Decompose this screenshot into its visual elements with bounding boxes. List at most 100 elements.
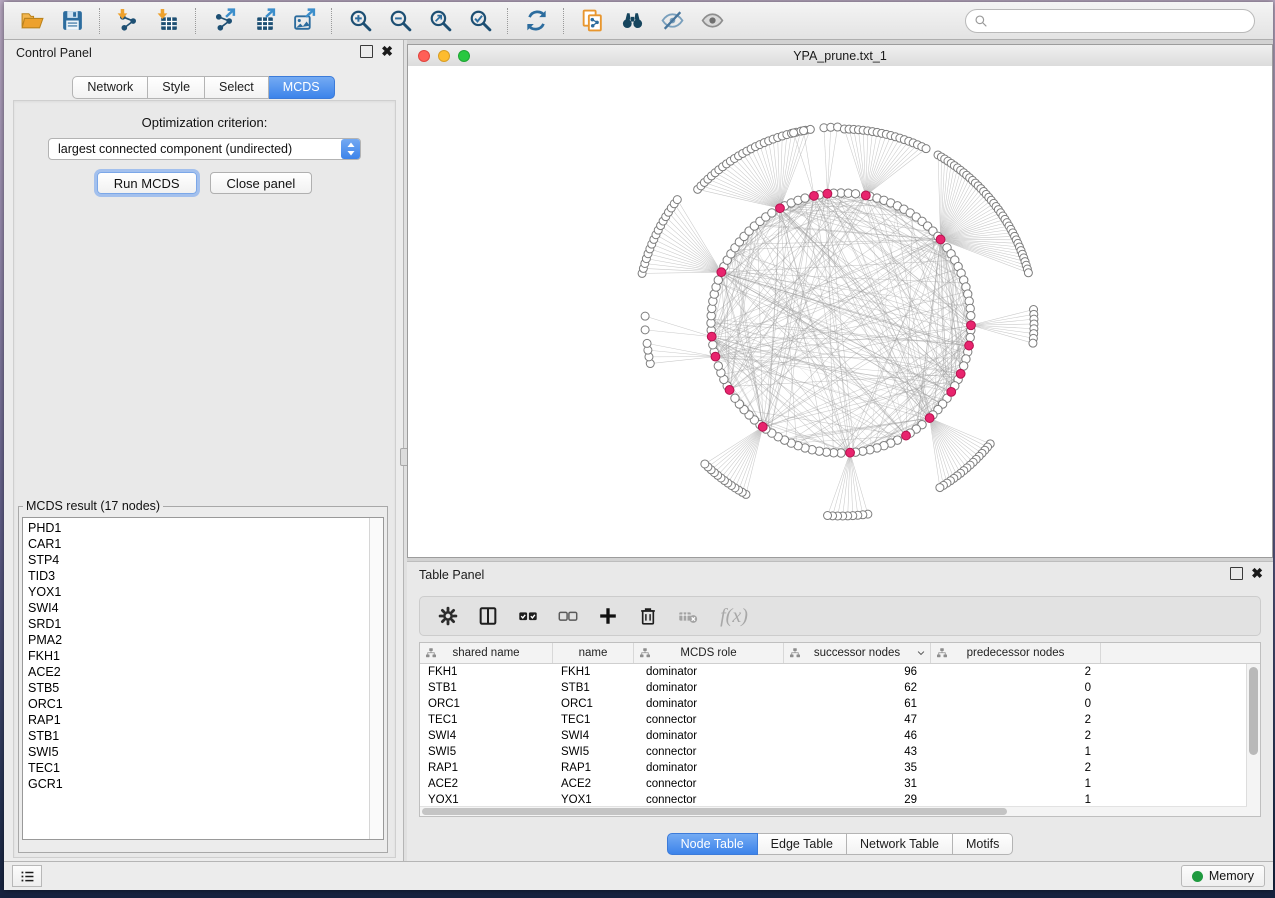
toolbar-export-network-button[interactable] (204, 6, 244, 36)
table-show-columns-button[interactable] (470, 601, 506, 631)
toolbar-open-file-button[interactable] (12, 6, 52, 36)
graph-satellite-node[interactable] (1024, 269, 1032, 277)
cell-successors[interactable]: 31 (784, 778, 931, 790)
cell-shared_name[interactable]: SWI4 (420, 730, 553, 742)
graph-mcds-node[interactable] (776, 204, 785, 213)
graph-satellite-node[interactable] (673, 196, 681, 204)
optimization-select[interactable]: largest connected component (undirected) (48, 138, 361, 160)
cell-role[interactable]: connector (634, 746, 784, 758)
mcds-result-list[interactable]: PHD1CAR1STP4TID3YOX1SWI4SRD1PMA2FKH1ACE2… (23, 518, 369, 839)
graph-satellite-node[interactable] (701, 460, 709, 468)
tab-select[interactable]: Select (205, 76, 269, 99)
table-row[interactable]: SWI5SWI5connector431 (420, 744, 1260, 760)
mcds-result-item[interactable]: ACE2 (28, 664, 369, 680)
cell-successors[interactable]: 62 (784, 682, 931, 694)
graph-mcds-node[interactable] (711, 352, 720, 361)
column-header-name[interactable]: name (553, 643, 634, 663)
mcds-result-item[interactable]: TID3 (28, 568, 369, 584)
toolbar-import-table-button[interactable] (148, 6, 188, 36)
close-panel-button[interactable]: Close panel (210, 172, 313, 194)
toolbar-zoom-out-button[interactable] (380, 6, 420, 36)
mcds-result-item[interactable]: GCR1 (28, 776, 369, 792)
mcds-result-item[interactable]: CAR1 (28, 536, 369, 552)
tab-mcds[interactable]: MCDS (269, 76, 335, 99)
toolbar-hide-selected-button[interactable] (652, 6, 692, 36)
network-graph[interactable] (408, 66, 1272, 557)
graph-satellite-node[interactable] (1029, 339, 1037, 347)
cell-role[interactable]: dominator (634, 682, 784, 694)
table-settings-gear-button[interactable] (430, 601, 466, 631)
table-add-row-plus-button[interactable] (590, 601, 626, 631)
table-row[interactable]: RAP1RAP1dominator352 (420, 760, 1260, 776)
cell-name[interactable]: ACE2 (553, 778, 634, 790)
cell-role[interactable]: connector (634, 794, 784, 806)
cell-successors[interactable]: 96 (784, 666, 931, 678)
cell-predecessors[interactable]: 1 (931, 746, 1101, 758)
float-panel-icon[interactable] (360, 45, 373, 58)
toolbar-refresh-view-button[interactable] (516, 6, 556, 36)
graph-node[interactable] (851, 190, 859, 198)
cell-shared_name[interactable]: ACE2 (420, 778, 553, 790)
graph-node[interactable] (966, 333, 974, 341)
graph-satellite-node[interactable] (824, 512, 832, 520)
mcds-result-item[interactable]: YOX1 (28, 584, 369, 600)
graph-node[interactable] (960, 362, 968, 370)
cell-predecessors[interactable]: 1 (931, 794, 1101, 806)
mcds-result-item[interactable]: STP4 (28, 552, 369, 568)
cell-name[interactable]: STB1 (553, 682, 634, 694)
tab-network[interactable]: Network (72, 76, 148, 99)
graph-mcds-node[interactable] (725, 386, 734, 395)
cell-predecessors[interactable]: 2 (931, 730, 1101, 742)
tab-network-table[interactable]: Network Table (847, 833, 953, 855)
scrollbar-thumb[interactable] (1249, 667, 1258, 755)
cell-role[interactable]: dominator (634, 666, 784, 678)
column-header-predecessor-nodes[interactable]: predecessor nodes (931, 643, 1101, 663)
cell-role[interactable]: connector (634, 778, 784, 790)
cell-successors[interactable]: 46 (784, 730, 931, 742)
cell-name[interactable]: TEC1 (553, 714, 634, 726)
graph-mcds-node[interactable] (717, 268, 726, 277)
table-horizontal-scrollbar[interactable] (420, 806, 1247, 816)
table-row[interactable]: ORC1ORC1dominator610 (420, 696, 1260, 712)
tab-node-table[interactable]: Node Table (667, 833, 758, 855)
graph-mcds-node[interactable] (947, 387, 956, 396)
graph-mcds-node[interactable] (810, 191, 819, 200)
cell-shared_name[interactable]: YOX1 (420, 794, 553, 806)
graph-satellite-node[interactable] (641, 312, 649, 320)
tab-style[interactable]: Style (148, 76, 205, 99)
cell-predecessors[interactable]: 1 (931, 778, 1101, 790)
memory-button[interactable]: Memory (1181, 865, 1265, 887)
close-panel-icon[interactable]: ✖ (381, 46, 393, 57)
table-row[interactable]: STB1STB1dominator620 (420, 680, 1260, 696)
cell-successors[interactable]: 61 (784, 698, 931, 710)
cell-name[interactable]: FKH1 (553, 666, 634, 678)
toolbar-clone-network-button[interactable] (572, 6, 612, 36)
graph-mcds-node[interactable] (965, 341, 974, 350)
table-row[interactable]: SWI4SWI4dominator462 (420, 728, 1260, 744)
table-row[interactable]: TEC1TEC1connector472 (420, 712, 1260, 728)
graph-mcds-node[interactable] (861, 191, 870, 200)
mcds-result-item[interactable]: STB5 (28, 680, 369, 696)
task-history-button[interactable] (12, 865, 42, 887)
graph-satellite-node[interactable] (800, 127, 808, 135)
column-header-shared-name[interactable]: shared name (420, 643, 553, 663)
cell-predecessors[interactable]: 0 (931, 698, 1101, 710)
graph-node[interactable] (801, 194, 809, 202)
mcds-result-item[interactable]: SWI5 (28, 744, 369, 760)
graph-mcds-node[interactable] (925, 414, 934, 423)
table-row[interactable]: FKH1FKH1dominator962 (420, 664, 1260, 680)
cell-role[interactable]: connector (634, 714, 784, 726)
cell-shared_name[interactable]: RAP1 (420, 762, 553, 774)
graph-satellite-node[interactable] (922, 145, 930, 153)
graph-mcds-node[interactable] (823, 189, 832, 198)
mcds-result-item[interactable]: RAP1 (28, 712, 369, 728)
cell-name[interactable]: YOX1 (553, 794, 634, 806)
network-window-titlebar[interactable]: YPA_prune.txt_1 (408, 45, 1272, 67)
graph-satellite-node[interactable] (790, 129, 798, 137)
cell-shared_name[interactable]: ORC1 (420, 698, 553, 710)
cell-shared_name[interactable]: TEC1 (420, 714, 553, 726)
mcds-result-item[interactable]: PMA2 (28, 632, 369, 648)
table-row[interactable]: ACE2ACE2connector311 (420, 776, 1260, 792)
cell-successors[interactable]: 43 (784, 746, 931, 758)
graph-satellite-node[interactable] (641, 326, 649, 334)
